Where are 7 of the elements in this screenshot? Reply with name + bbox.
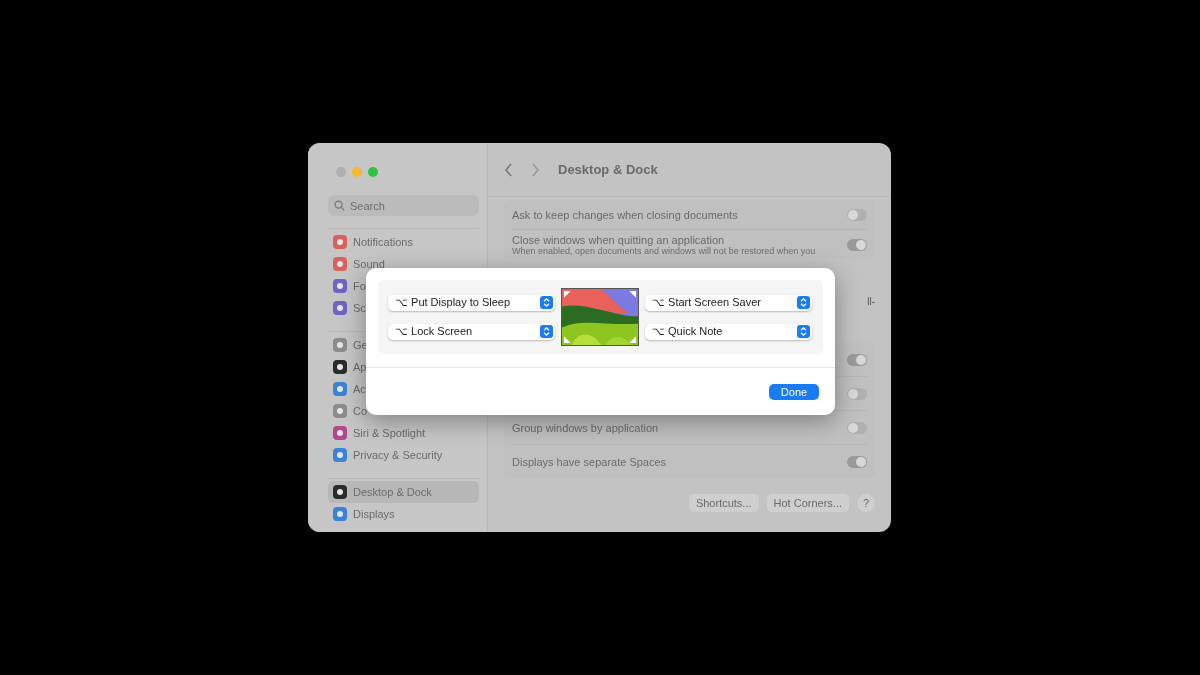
setting-label: Ask to keep changes when closing documents — [512, 208, 738, 221]
setting-description: When enabled, open documents and windows will not be restored when you — [512, 245, 816, 256]
setting-label: Close windows when quitting an application — [512, 233, 726, 246]
window-title: Desktop & Dock — [558, 162, 658, 177]
setting-description: ll- — [867, 295, 875, 307]
setting-label: Group windows by application — [512, 421, 659, 434]
setting-label: Displays have separate Spaces — [512, 455, 667, 468]
